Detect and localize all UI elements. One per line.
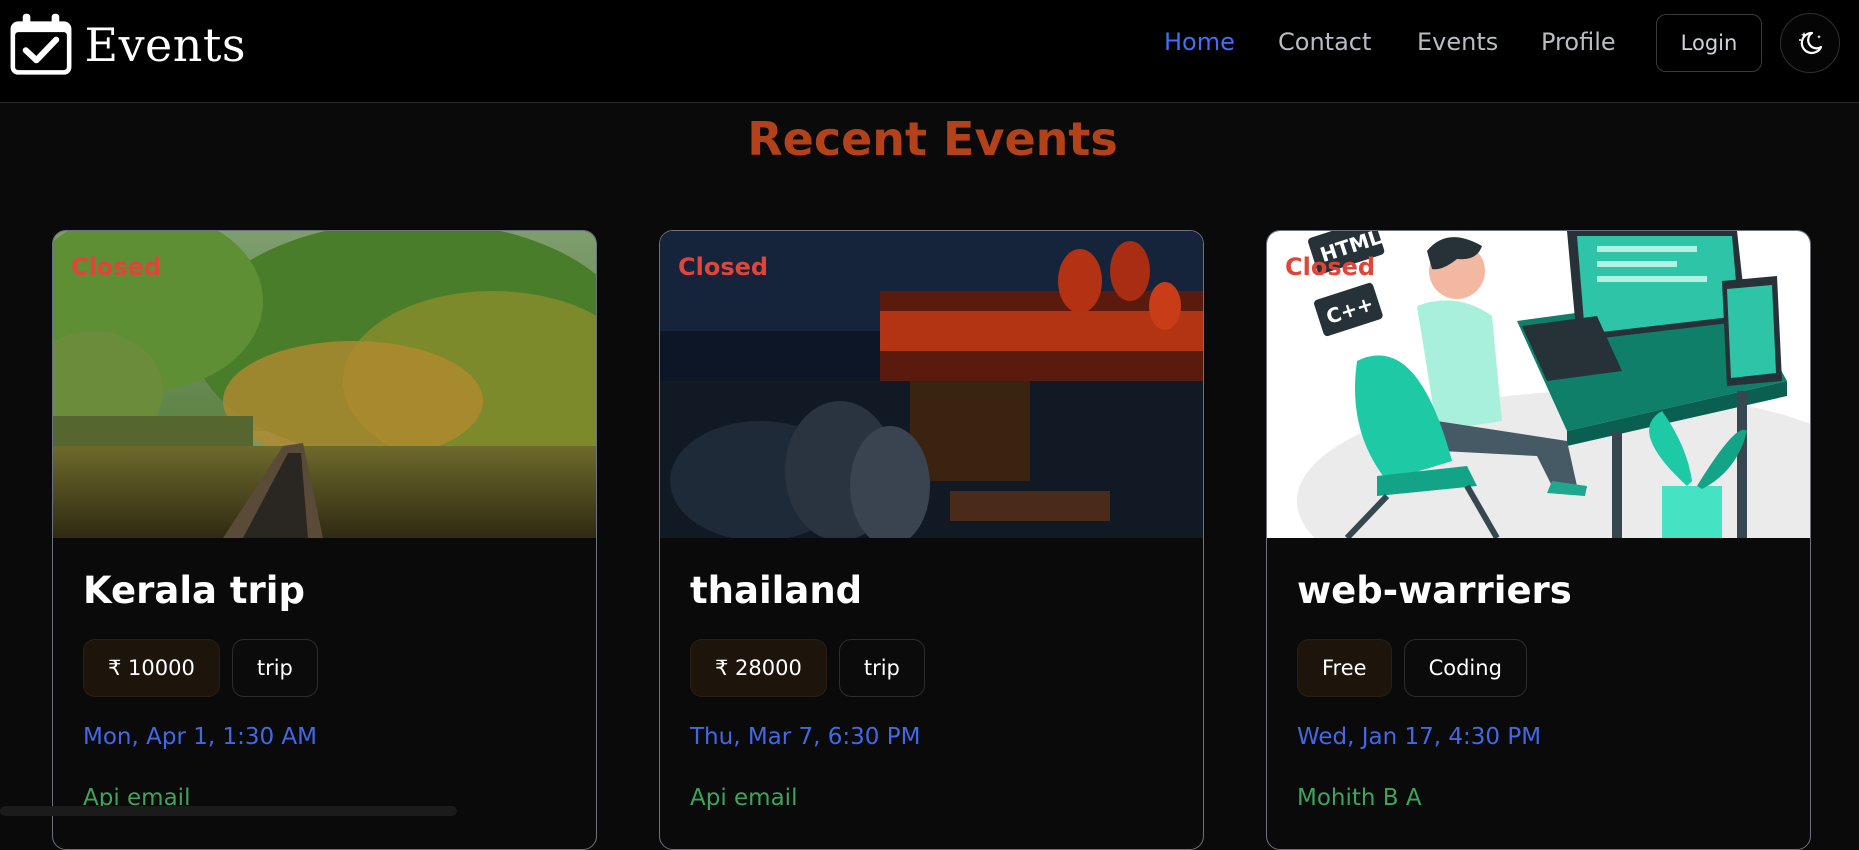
status-badge: Closed [71,253,162,281]
theme-toggle-button[interactable] [1780,13,1840,73]
nav-link-home[interactable]: Home [1164,28,1235,56]
event-tags: Free Coding [1297,639,1527,697]
event-host: Api email [690,785,798,811]
top-navbar: Events Home Contact Events Profile Login [0,0,1859,103]
event-date: Mon, Apr 1, 1:30 AM [83,724,318,750]
event-date: Wed, Jan 17, 4:30 PM [1297,724,1542,750]
category-chip: trip [838,639,925,697]
nav-link-contact[interactable]: Contact [1278,28,1371,56]
section-title: Recent Events [747,112,1118,166]
price-chip: ₹ 28000 [690,639,827,697]
event-tags: ₹ 10000 trip [83,639,318,697]
status-badge: Closed [678,253,769,281]
nav-link-events[interactable]: Events [1417,28,1498,56]
event-host: Mohith B A [1297,785,1422,811]
event-card-kerala[interactable]: Closed Kerala trip ₹ 10000 trip Mon, Apr… [52,230,597,850]
event-card-web-warriers[interactable]: HTML C++ Closed web-warriers Free Coding… [1266,230,1811,850]
calendar-check-icon [10,13,72,75]
event-title: Kerala trip [83,569,305,612]
event-tags: ₹ 28000 trip [690,639,925,697]
category-chip: Coding [1403,639,1527,697]
horizontal-scrollbar[interactable] [0,806,457,816]
brand-name: Events [84,18,246,72]
event-date: Thu, Mar 7, 6:30 PM [690,724,921,750]
brand-logo[interactable]: Events [6,0,246,90]
nav-link-profile[interactable]: Profile [1541,28,1616,56]
category-chip: trip [231,639,318,697]
moon-stars-icon [1799,31,1823,55]
price-chip: Free [1297,639,1392,697]
event-card-thailand[interactable]: Closed thailand ₹ 28000 trip Thu, Mar 7,… [659,230,1204,850]
login-button[interactable]: Login [1656,14,1762,72]
price-chip: ₹ 10000 [83,639,220,697]
event-title: thailand [690,569,863,612]
event-title: web-warriers [1297,569,1572,612]
status-badge: Closed [1285,253,1376,281]
